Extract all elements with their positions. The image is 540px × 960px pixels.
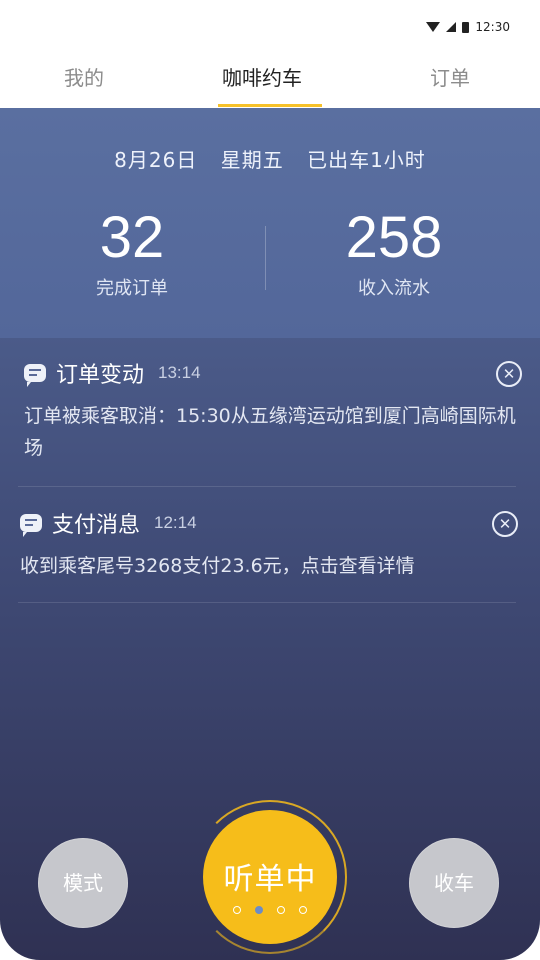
tab-coffee-ride[interactable]: 咖啡约车 [222, 62, 302, 91]
top-tab-bar: 我的 咖啡约车 订单 [0, 56, 540, 108]
wifi-icon [426, 22, 441, 32]
message-order-change[interactable]: 订单变动 13:14 ✕ 订单被乘客取消：15:30从五缘湾运动馆到厦门高崎国际… [24, 356, 522, 464]
mode-button[interactable]: 模式 [38, 838, 128, 928]
income-label: 收入流水 [358, 278, 430, 299]
message-body: 收到乘客尾号3268支付23.6元，点击查看详情 [20, 555, 415, 577]
message-icon [24, 364, 46, 387]
income-value: 258 [345, 205, 443, 270]
status-time: 12:30 [475, 20, 510, 34]
close-icon[interactable]: ✕ [492, 511, 518, 537]
stat-divider [265, 226, 266, 290]
page-dot [299, 906, 307, 914]
stat-income: 258 收入流水 [294, 206, 494, 300]
weekday: 星期五 [220, 148, 284, 172]
date-line: 8月26日 星期五 已出车1小时 [0, 144, 540, 173]
message-title: 订单变动 [56, 363, 145, 388]
signal-icon [446, 22, 457, 32]
close-icon[interactable]: ✕ [496, 361, 522, 387]
active-tab-indicator [218, 104, 322, 107]
tab-orders[interactable]: 订单 [430, 62, 470, 91]
status-icons: 12:30 [426, 20, 510, 34]
message-time: 12:14 [154, 513, 197, 532]
page-dots [233, 906, 307, 914]
stop-driving-button[interactable]: 收车 [409, 838, 499, 928]
drive-time: 已出车1小时 [307, 148, 426, 172]
daily-summary: 8月26日 星期五 已出车1小时 32 完成订单 258 收入流水 [0, 108, 540, 338]
message-divider [18, 486, 516, 487]
date: 8月26日 [114, 148, 198, 172]
page-dot [233, 906, 241, 914]
orders-completed-label: 完成订单 [96, 278, 168, 299]
message-header: 订单变动 13:14 [24, 356, 522, 390]
message-divider [18, 602, 516, 603]
page-dot-active [255, 906, 263, 914]
message-body: 订单被乘客取消：15:30从五缘湾运动馆到厦门高崎国际机场 [24, 405, 516, 459]
listen-orders-label: 听单中 [223, 862, 317, 897]
message-icon [20, 514, 42, 537]
orders-completed-value: 32 [99, 205, 165, 270]
tab-mine[interactable]: 我的 [64, 62, 104, 91]
listen-orders-button[interactable]: 听单中 [203, 810, 337, 944]
page-dot [277, 906, 285, 914]
message-time: 13:14 [158, 363, 201, 382]
stat-orders: 32 完成订单 [32, 206, 232, 300]
message-payment[interactable]: 支付消息 12:14 ✕ 收到乘客尾号3268支付23.6元，点击查看详情 [20, 506, 518, 582]
message-header: 支付消息 12:14 [20, 506, 518, 540]
message-title: 支付消息 [52, 513, 141, 538]
battery-icon [462, 21, 470, 33]
status-bar: 12:30 [0, 0, 540, 56]
